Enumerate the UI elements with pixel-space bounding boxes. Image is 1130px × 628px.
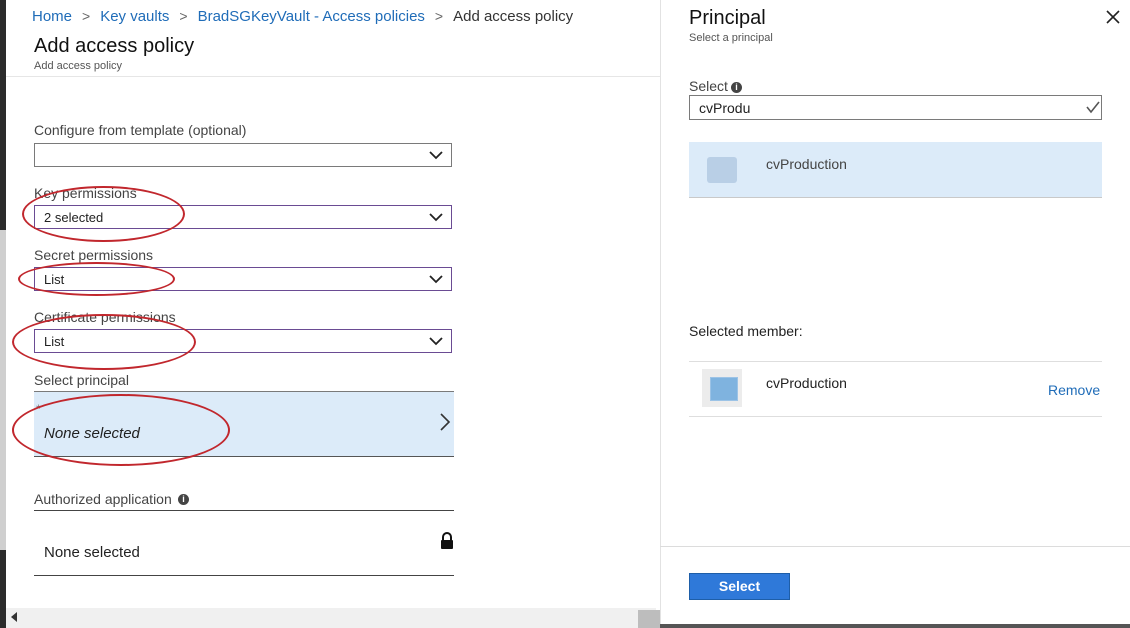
window-edge-scroll	[0, 230, 6, 550]
horizontal-scrollbar[interactable]	[6, 608, 656, 628]
chevron-down-icon	[429, 213, 443, 222]
selected-member-label: Selected member:	[689, 323, 803, 339]
secret-permissions-label: Secret permissions	[34, 247, 154, 263]
certificate-permissions-label: Certificate permissions	[34, 309, 176, 325]
select-principal-label: Select principal	[34, 372, 129, 388]
chevron-right-icon	[440, 413, 451, 431]
panel-footer-divider	[660, 546, 1130, 547]
chevron-right-icon: >	[82, 8, 91, 24]
breadcrumb-key-vaults[interactable]: Key vaults	[100, 8, 169, 25]
page-subtitle: Add access policy	[34, 60, 123, 72]
divider	[34, 575, 454, 576]
key-permissions-value: 2 selected	[44, 210, 104, 225]
chevron-down-icon	[429, 337, 443, 346]
taskbar-strip	[660, 624, 1130, 628]
scroll-left-arrow-icon[interactable]	[10, 612, 18, 622]
key-permissions-label: Key permissions	[34, 185, 137, 201]
select-principal-button[interactable]	[34, 391, 454, 457]
info-icon[interactable]: i	[178, 494, 189, 505]
chevron-down-icon	[429, 275, 443, 284]
authorized-application-label: Authorized application	[34, 491, 172, 507]
divider	[34, 510, 454, 511]
breadcrumb-current: Add access policy	[453, 7, 574, 25]
breadcrumb: Home > Key vaults > BradSGKeyVault - Acc…	[32, 6, 573, 26]
selected-member-name: cvProduction	[766, 375, 847, 391]
info-icon[interactable]: i	[731, 82, 742, 93]
breadcrumb-home[interactable]: Home	[32, 8, 72, 25]
secret-permissions-value: List	[44, 272, 65, 287]
avatar	[710, 377, 738, 401]
checkmark-icon	[1086, 101, 1100, 114]
page-title: Add access policy	[34, 35, 195, 57]
search-result-item[interactable]	[689, 142, 1102, 198]
principal-search-input[interactable]	[689, 95, 1102, 120]
scrollbar-thumb[interactable]	[638, 610, 660, 628]
avatar	[707, 157, 737, 183]
divider	[689, 416, 1102, 417]
authorized-application-value: None selected	[44, 544, 140, 561]
header-divider	[6, 76, 660, 77]
certificate-permissions-value: List	[44, 334, 65, 349]
panel-subtitle: Select a principal	[689, 32, 773, 44]
required-marker: *	[36, 402, 41, 416]
key-permissions-dropdown[interactable]: 2 selected	[34, 205, 452, 229]
principal-value: None selected	[44, 425, 140, 442]
select-button[interactable]: Select	[689, 573, 790, 600]
breadcrumb-access-policies[interactable]: BradSGKeyVault - Access policies	[198, 8, 425, 25]
divider	[689, 361, 1102, 362]
remove-member-link[interactable]: Remove	[1048, 382, 1100, 398]
lock-icon	[441, 532, 453, 549]
chevron-right-icon: >	[434, 8, 444, 24]
template-label: Configure from template (optional)	[34, 122, 247, 138]
chevron-down-icon	[429, 151, 443, 160]
certificate-permissions-dropdown[interactable]: List	[34, 329, 452, 353]
panel-title: Principal	[689, 7, 766, 29]
secret-permissions-dropdown[interactable]: List	[34, 267, 452, 291]
close-icon[interactable]	[1105, 9, 1121, 25]
template-dropdown[interactable]	[34, 143, 452, 167]
select-label: Select	[689, 78, 728, 94]
chevron-right-icon: >	[179, 8, 188, 24]
search-result-name: cvProduction	[766, 156, 847, 172]
